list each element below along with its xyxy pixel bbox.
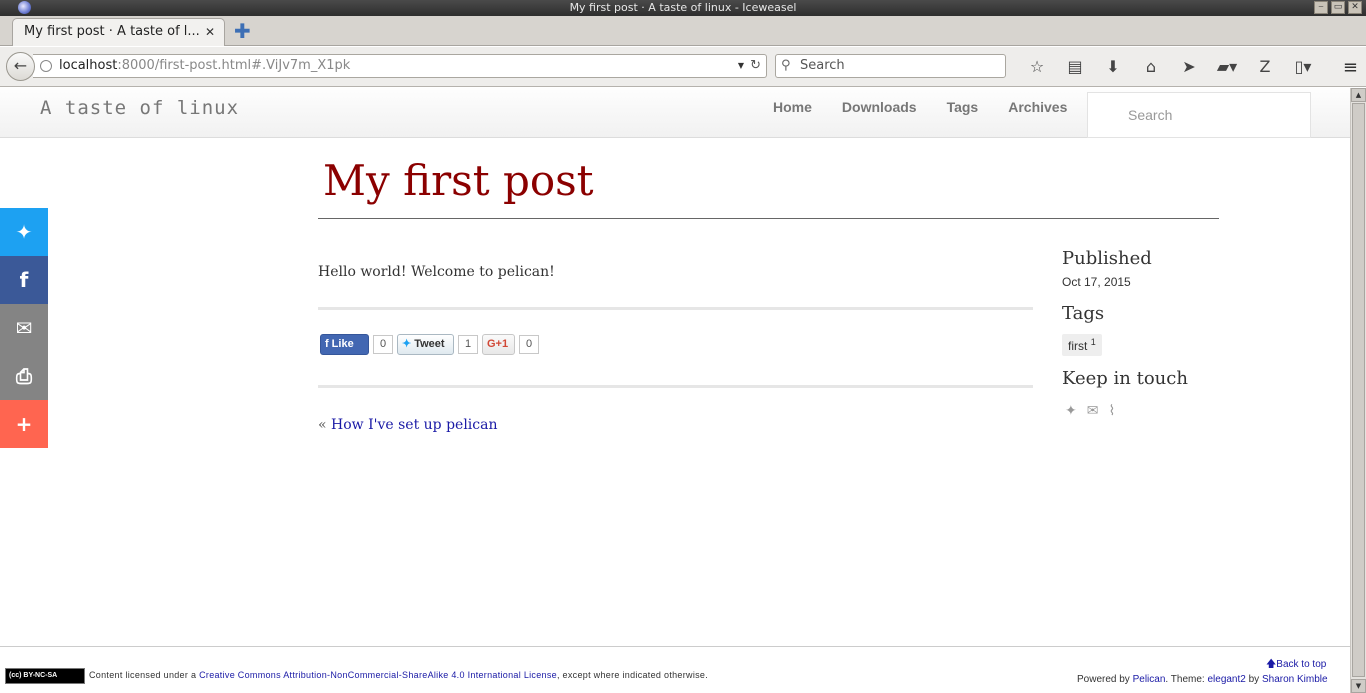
facebook-icon: f — [325, 338, 329, 350]
like-label: Like — [331, 338, 354, 350]
tweet-label: Tweet — [414, 338, 445, 350]
license-prefix: Content licensed under a — [89, 670, 197, 680]
share-buttons: f Like 0 ✦ Tweet 1 G+1 0 — [320, 334, 543, 355]
scroll-up-arrow[interactable]: ▲ — [1351, 88, 1366, 102]
tag-count: 1 — [1090, 337, 1096, 347]
page-content: A taste of linux Home Downloads Tags Arc… — [0, 88, 1350, 693]
theme-prefix: . Theme: — [1165, 674, 1205, 685]
site-footer: (cc) BY-NC-SA Content licensed under a C… — [0, 646, 1350, 693]
nav-archives[interactable]: Archives — [993, 99, 1082, 115]
published-date: Oct 17, 2015 — [1062, 275, 1131, 289]
scroll-thumb[interactable] — [1352, 103, 1365, 677]
share-twitter-icon[interactable]: ✦ — [0, 208, 48, 256]
menu-button[interactable]: ≡ — [1343, 57, 1358, 78]
window-titlebar: My first post · A taste of linux - Icewe… — [0, 0, 1366, 16]
facebook-like-button[interactable]: f Like — [320, 334, 369, 355]
url-host: localhost — [59, 58, 118, 73]
tab-title: My first post · A taste of l... — [24, 24, 200, 39]
download-icon[interactable]: ⬇ — [1094, 55, 1132, 79]
author-link[interactable]: Sharon Kimble — [1262, 674, 1328, 685]
search-placeholder: Search — [800, 58, 845, 73]
previous-post-link[interactable]: « How I've set up pelican — [318, 417, 498, 433]
email-icon[interactable]: ✉ — [1087, 403, 1099, 419]
tweet-count: 1 — [458, 335, 478, 354]
tweet-button[interactable]: ✦ Tweet — [397, 334, 454, 355]
twitter-bird-icon: ✦ — [402, 338, 412, 350]
browser-search-input[interactable]: ⚲ Search — [775, 54, 1006, 78]
url-bar[interactable]: localhost:8000/first-post.html#.ViJv7m_X… — [33, 54, 767, 78]
floating-share-bar: ✦ f ✉ ⎙ + — [0, 208, 48, 448]
tab-my-first-post[interactable]: My first post · A taste of l... ✕ — [12, 18, 225, 46]
close-tab-icon[interactable]: ✕ — [205, 19, 215, 45]
content-divider — [318, 307, 1033, 310]
by-label: by — [1248, 674, 1260, 685]
post-title: My first post — [323, 156, 594, 205]
license-suffix: , except where indicated otherwise. — [556, 670, 709, 680]
site-search-input[interactable]: Search — [1087, 92, 1311, 138]
post-sidebar: Published Oct 17, 2015 Tags first 1 Keep… — [1062, 248, 1232, 419]
window-title: My first post · A taste of linux - Icewe… — [569, 1, 797, 14]
send-icon[interactable]: ➤ — [1170, 55, 1208, 79]
nav-downloads[interactable]: Downloads — [827, 99, 932, 115]
url-history-dropdown-icon[interactable]: ▼ — [738, 55, 744, 77]
back-to-top-link[interactable]: 🡅Back to top — [1266, 657, 1326, 674]
rss-icon[interactable]: ⌇ — [1108, 403, 1115, 419]
pelican-link[interactable]: Pelican — [1133, 674, 1166, 685]
license-link[interactable]: Creative Commons Attribution-NonCommerci… — [199, 670, 557, 680]
tag-first[interactable]: first 1 — [1062, 334, 1102, 356]
search-icon: ⚲ — [781, 58, 791, 73]
share-more-icon[interactable]: + — [0, 400, 48, 448]
arrow-up-icon: 🡅 — [1266, 659, 1277, 670]
powered-by: Powered by Pelican. Theme: elegant2 by S… — [1077, 674, 1328, 685]
bookmark-star-icon[interactable]: ☆ — [1018, 55, 1056, 79]
like-count: 0 — [373, 335, 393, 354]
prev-post-title: How I've set up pelican — [331, 417, 498, 433]
nav-tags[interactable]: Tags — [932, 99, 994, 115]
share-email-icon[interactable]: ✉ — [0, 304, 48, 352]
site-identity-icon[interactable] — [40, 60, 52, 72]
site-brand[interactable]: A taste of linux — [40, 97, 239, 119]
close-window-button[interactable]: ✕ — [1348, 1, 1362, 14]
tags-heading: Tags — [1062, 303, 1105, 324]
iceweasel-icon — [18, 1, 31, 14]
powered-prefix: Powered by — [1077, 674, 1130, 685]
google-plus-button[interactable]: G+1 — [482, 334, 515, 355]
scroll-down-arrow[interactable]: ▼ — [1351, 679, 1366, 693]
share-facebook-icon[interactable]: f — [0, 256, 48, 304]
navigation-toolbar: localhost:8000/first-post.html#.ViJv7m_X… — [0, 47, 1366, 87]
post-body: Hello world! Welcome to pelican! — [318, 264, 555, 280]
twitter-icon[interactable]: ✦ — [1065, 403, 1077, 419]
reading-list-icon[interactable]: ▤ — [1056, 55, 1094, 79]
maximize-button[interactable]: ▭ — [1331, 1, 1345, 14]
vertical-scrollbar[interactable]: ▲ ▼ — [1350, 88, 1366, 693]
reload-icon[interactable]: ↻ — [750, 55, 761, 77]
nav-home[interactable]: Home — [758, 99, 827, 115]
folder-icon[interactable]: ▰▾ — [1208, 55, 1246, 79]
back-button[interactable]: ← — [6, 52, 35, 81]
share-print-icon[interactable]: ⎙ — [0, 352, 48, 400]
site-header: A taste of linux Home Downloads Tags Arc… — [0, 88, 1350, 138]
url-path: :8000/first-post.html#.ViJv7m_X1pk — [117, 58, 351, 73]
published-heading: Published — [1062, 248, 1152, 269]
license-text: Content licensed under a Creative Common… — [89, 670, 708, 680]
cc-license-badge[interactable]: (cc) BY-NC-SA — [5, 668, 85, 684]
site-nav: Home Downloads Tags Archives — [758, 99, 1082, 115]
title-divider — [318, 218, 1219, 219]
document-icon[interactable]: ▯▾ — [1284, 55, 1322, 79]
social-links: ✦ ✉ ⌇ — [1062, 403, 1232, 419]
gplus-count: 0 — [519, 335, 539, 354]
back-to-top-label: Back to top — [1276, 659, 1327, 670]
theme-link[interactable]: elegant2 — [1207, 674, 1245, 685]
tag-label: first — [1068, 339, 1088, 353]
share-divider — [318, 385, 1033, 388]
tab-strip: My first post · A taste of l... ✕ ✚ — [0, 16, 1366, 46]
zotero-icon[interactable]: Z — [1246, 55, 1284, 79]
prev-arrow: « — [318, 417, 332, 433]
home-icon[interactable]: ⌂ — [1132, 55, 1170, 79]
keep-in-touch-heading: Keep in touch — [1062, 368, 1188, 389]
new-tab-button[interactable]: ✚ — [234, 21, 252, 41]
minimize-button[interactable]: ⎯ — [1314, 1, 1328, 14]
